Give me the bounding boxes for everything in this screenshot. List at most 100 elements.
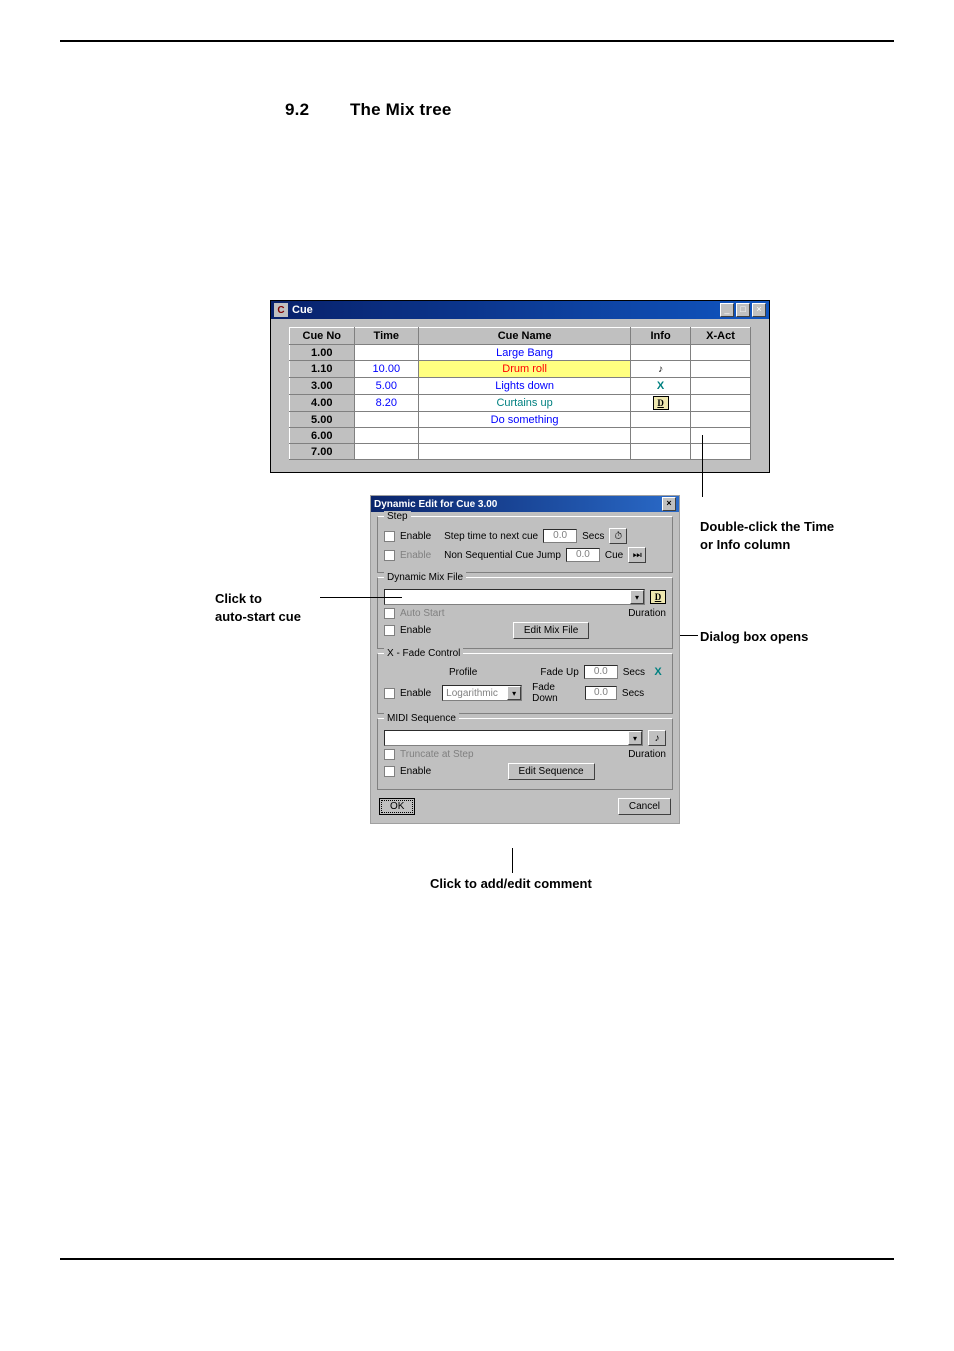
col-time[interactable]: Time <box>354 328 419 345</box>
cell-cue-no[interactable]: 5.00 <box>290 412 355 428</box>
cue-titlebar[interactable]: C Cue _ □ × <box>271 301 769 319</box>
jump-enable-checkbox[interactable] <box>384 550 395 561</box>
cell-time[interactable]: 10.00 <box>354 361 419 378</box>
table-row[interactable]: 5.00 Do something <box>290 412 751 428</box>
cell-cue-name[interactable] <box>419 444 631 460</box>
midi-group: MIDI Sequence ▾ ♪ Truncate at Step Durat… <box>377 718 673 790</box>
cell-info[interactable] <box>631 444 691 460</box>
cell-xact[interactable] <box>691 345 751 361</box>
callout-comment-text: Click to add/edit comment <box>430 876 592 891</box>
xfade-group: X - Fade Control Profile Fade Up 0.0 Sec… <box>377 653 673 714</box>
clock-icon[interactable]: ⏱ <box>609 528 627 544</box>
table-row[interactable]: 4.008.20Curtains upD <box>290 395 751 412</box>
xfade-x-icon: X <box>653 379 669 393</box>
cue-table[interactable]: Cue No Time Cue Name Info X-Act 1.00 Larg… <box>289 327 751 460</box>
midi-combo[interactable]: ▾ <box>384 730 643 746</box>
edit-sequence-button[interactable]: Edit Sequence <box>508 763 595 780</box>
autostart-label: Auto Start <box>400 608 444 619</box>
mixfile-d-icon[interactable]: D <box>650 590 666 604</box>
table-row[interactable]: 6.00 <box>290 428 751 444</box>
xfade-enable-checkbox[interactable] <box>384 688 395 699</box>
cell-cue-name[interactable] <box>419 428 631 444</box>
cell-cue-no[interactable]: 1.00 <box>290 345 355 361</box>
fadedown-label: Fade Down <box>532 682 580 704</box>
truncate-checkbox[interactable] <box>384 749 395 760</box>
cell-xact[interactable] <box>691 395 751 412</box>
cue-app-icon: C <box>274 303 288 317</box>
cell-xact[interactable] <box>691 444 751 460</box>
callout-autostart: Click toauto-start cue <box>215 590 301 625</box>
maximize-button[interactable]: □ <box>736 303 750 317</box>
leader-line <box>320 597 402 598</box>
step-time-label: Step time to next cue <box>444 531 538 542</box>
cell-time[interactable] <box>354 345 419 361</box>
cell-cue-no[interactable]: 6.00 <box>290 428 355 444</box>
cell-time[interactable] <box>354 428 419 444</box>
cell-cue-name[interactable]: Drum roll <box>419 361 631 378</box>
cell-time[interactable] <box>354 444 419 460</box>
fadedown-field[interactable]: 0.0 <box>585 686 617 700</box>
col-cue-name[interactable]: Cue Name <box>419 328 631 345</box>
step-enable-checkbox[interactable] <box>384 531 395 542</box>
cell-xact[interactable] <box>691 412 751 428</box>
section-heading: 9.2 The Mix tree <box>285 100 894 120</box>
cell-info[interactable]: ♪ <box>631 361 691 378</box>
cell-cue-no[interactable]: 7.00 <box>290 444 355 460</box>
ok-button[interactable]: OK <box>379 798 415 815</box>
step-time-field[interactable]: 0.0 <box>543 529 577 543</box>
xfade-enable-label: Enable <box>400 688 431 699</box>
autostart-checkbox[interactable] <box>384 608 395 619</box>
edit-mixfile-button[interactable]: Edit Mix File <box>513 622 589 639</box>
table-row[interactable]: 1.1010.00Drum roll♪ <box>290 361 751 378</box>
profile-value: Logarithmic <box>443 688 501 699</box>
col-xact[interactable]: X-Act <box>691 328 751 345</box>
chevron-down-icon: ▾ <box>630 590 644 604</box>
table-row[interactable]: 3.005.00Lights down X <box>290 378 751 395</box>
cell-info[interactable]: D <box>631 395 691 412</box>
cell-cue-name[interactable]: Do something <box>419 412 631 428</box>
music-note-icon[interactable]: ♪ <box>648 730 666 746</box>
cell-cue-no[interactable]: 1.10 <box>290 361 355 378</box>
cell-info[interactable] <box>631 428 691 444</box>
fadeup-label: Fade Up <box>540 667 578 678</box>
col-cue-no[interactable]: Cue No <box>290 328 355 345</box>
mixfile-enable-checkbox[interactable] <box>384 625 395 636</box>
cell-cue-no[interactable]: 4.00 <box>290 395 355 412</box>
table-row[interactable]: 7.00 <box>290 444 751 460</box>
col-info[interactable]: Info <box>631 328 691 345</box>
callout-comment: Click to add/edit comment <box>430 875 592 893</box>
profile-combo[interactable]: Logarithmic ▾ <box>442 685 522 701</box>
cell-time[interactable] <box>354 412 419 428</box>
dynamic-edit-dialog[interactable]: Dynamic Edit for Cue 3.00 × Step Enable … <box>370 495 680 824</box>
minimize-button[interactable]: _ <box>720 303 734 317</box>
cell-cue-name[interactable]: Large Bang <box>419 345 631 361</box>
mixfile-combo[interactable]: ▾ <box>384 589 645 605</box>
fadedown-units: Secs <box>622 688 644 699</box>
table-row[interactable]: 1.00 Large Bang <box>290 345 751 361</box>
mixfile-duration-label: Duration <box>628 608 666 619</box>
cell-info[interactable] <box>631 345 691 361</box>
cell-info[interactable]: X <box>631 378 691 395</box>
midi-enable-checkbox[interactable] <box>384 766 395 777</box>
cancel-button[interactable]: Cancel <box>618 798 671 815</box>
cell-xact[interactable] <box>691 361 751 378</box>
leader-line <box>512 848 513 873</box>
cell-info[interactable] <box>631 412 691 428</box>
cell-time[interactable]: 5.00 <box>354 378 419 395</box>
jump-field[interactable]: 0.0 <box>566 548 600 562</box>
close-button[interactable]: × <box>752 303 766 317</box>
cell-cue-name[interactable]: Curtains up <box>419 395 631 412</box>
cell-xact[interactable] <box>691 378 751 395</box>
fadeup-field[interactable]: 0.0 <box>584 665 618 679</box>
step-group: Step Enable Step time to next cue 0.0 Se… <box>377 516 673 573</box>
dialog-close-button[interactable]: × <box>662 497 676 511</box>
cell-time[interactable]: 8.20 <box>354 395 419 412</box>
cell-cue-no[interactable]: 3.00 <box>290 378 355 395</box>
callout-double-click: Double-click the Timeor Info column <box>700 518 834 553</box>
midi-legend: MIDI Sequence <box>384 713 459 724</box>
cell-xact[interactable] <box>691 428 751 444</box>
dialog-titlebar[interactable]: Dynamic Edit for Cue 3.00 × <box>371 496 679 512</box>
cue-jump-icon[interactable]: ⏭ <box>628 547 646 563</box>
cell-cue-name[interactable]: Lights down <box>419 378 631 395</box>
xfade-x-icon[interactable]: X <box>650 665 666 679</box>
